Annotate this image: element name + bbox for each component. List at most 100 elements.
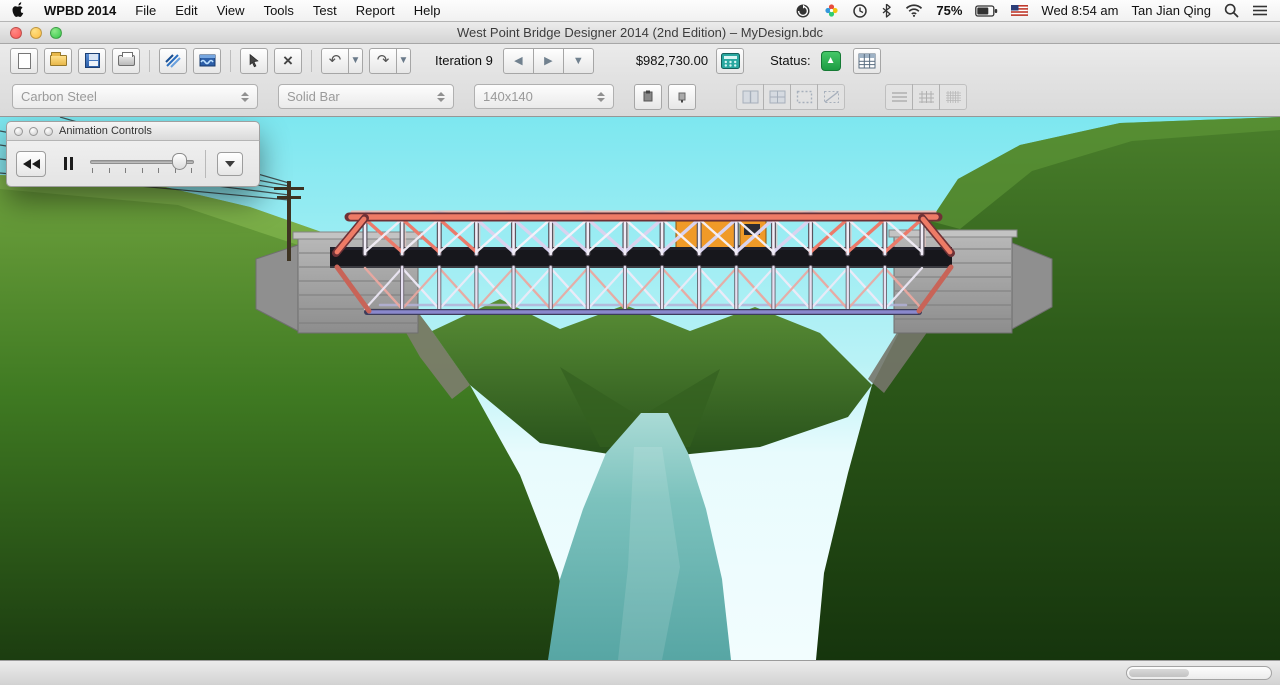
new-file-button[interactable] — [10, 47, 38, 74]
animation-speed-slider[interactable] — [90, 151, 194, 177]
rewind-button[interactable] — [16, 150, 46, 177]
new-file-icon — [17, 52, 31, 69]
select-arrows-icon — [589, 91, 605, 102]
load-test-view-button[interactable] — [193, 47, 221, 74]
redo-menu-button[interactable]: ▼ — [396, 47, 411, 74]
scene-canvas — [0, 117, 1280, 660]
ruler-toggle-button[interactable] — [885, 83, 913, 110]
select-tool-button[interactable] — [240, 47, 268, 74]
section-select[interactable]: Solid Bar — [278, 84, 454, 109]
fine-grid-button[interactable] — [939, 83, 967, 110]
window-titlebar[interactable]: West Point Bridge Designer 2014 (2nd Edi… — [0, 22, 1280, 44]
main-toolbar: × ↶ ▼ ↷ ▼ Iteration 9 ◀ ▶ ▼ $982,730.00 … — [0, 44, 1280, 77]
battery-percentage: 75% — [936, 3, 963, 18]
menubar-clock[interactable]: Wed 8:54 am — [1041, 3, 1118, 18]
palette-title: Animation Controls — [59, 125, 152, 137]
coarse-grid-button[interactable] — [912, 83, 940, 110]
forward-iteration-button[interactable]: ▶ — [532, 47, 564, 74]
palette-divider — [205, 149, 206, 178]
undo-menu-button[interactable]: ▼ — [348, 47, 363, 74]
increase-member-size-button[interactable] — [634, 83, 662, 110]
palette-titlebar[interactable]: Animation Controls — [6, 121, 260, 141]
chevron-down-icon — [225, 160, 235, 167]
decrease-member-size-button[interactable] — [668, 83, 696, 110]
redo-caret-icon: ▼ — [398, 54, 409, 66]
member-toolbar: Carbon Steel Solid Bar 140x140 — [0, 77, 1280, 117]
bluetooth-icon[interactable] — [881, 3, 892, 18]
ruler-lines-icon — [891, 91, 907, 102]
animation-controls-palette[interactable]: Animation Controls — [6, 121, 260, 187]
menu-tools[interactable]: Tools — [264, 3, 294, 18]
menu-file[interactable]: File — [135, 3, 156, 18]
palette-close-button[interactable] — [14, 126, 23, 136]
animation-options-button[interactable] — [217, 151, 243, 176]
menu-view[interactable]: View — [217, 3, 245, 18]
pinwheel-icon[interactable] — [824, 3, 839, 18]
redo-button[interactable]: ↷ — [369, 47, 397, 74]
palette-zoom-button[interactable] — [44, 126, 53, 136]
print-button[interactable] — [112, 47, 140, 74]
back-iteration-button[interactable]: ◀ — [502, 47, 534, 74]
apple-menu[interactable] — [12, 1, 25, 20]
iteration-list-button[interactable]: ▼ — [562, 47, 594, 74]
menu-report[interactable]: Report — [356, 3, 395, 18]
iteration-label: Iteration 9 — [435, 53, 493, 68]
back-arrow-icon: ◀ — [514, 55, 523, 67]
time-machine-icon[interactable] — [852, 3, 868, 19]
drawing-board-view-button[interactable] — [159, 47, 187, 74]
save-file-button[interactable] — [78, 47, 106, 74]
rewind-icon — [22, 158, 31, 169]
menubar-app-name[interactable]: WPBD 2014 — [44, 3, 116, 18]
material-value: Carbon Steel — [21, 89, 97, 104]
scrollbar-thumb[interactable] — [1129, 669, 1189, 677]
grid-view-icon — [769, 90, 785, 103]
sync-status-icon[interactable] — [795, 3, 811, 19]
cost-calculator-button[interactable] — [716, 47, 745, 74]
material-select[interactable]: Carbon Steel — [12, 84, 258, 109]
undo-button[interactable]: ↶ — [321, 47, 349, 74]
bridge-scene-viewport[interactable]: Animation Controls — [0, 117, 1280, 660]
spotlight-icon[interactable] — [1224, 3, 1239, 18]
select-arrows-icon — [233, 91, 249, 102]
wifi-icon[interactable] — [905, 4, 923, 17]
notification-center-icon[interactable] — [1252, 4, 1268, 17]
desktop-screen: WPBD 2014 File Edit View Tools Test Repo… — [0, 0, 1280, 685]
battery-icon[interactable] — [975, 4, 998, 17]
printer-icon — [117, 52, 135, 66]
increase-size-icon — [643, 90, 653, 102]
size-select[interactable]: 140x140 — [474, 84, 614, 109]
load-test-results-button[interactable] — [852, 47, 881, 74]
snap-grid-icon — [823, 90, 839, 103]
palette-minimize-button[interactable] — [29, 126, 38, 136]
select-arrows-icon — [429, 91, 445, 102]
member-view-grid-button[interactable] — [763, 83, 791, 110]
select-cursor-icon — [249, 53, 259, 68]
section-value: Solid Bar — [287, 89, 340, 104]
palette-body — [6, 141, 260, 187]
macos-menubar: WPBD 2014 File Edit View Tools Test Repo… — [0, 0, 1280, 22]
pause-icon — [69, 157, 73, 170]
size-value: 140x140 — [483, 89, 533, 104]
status-label: Status: — [770, 53, 811, 68]
undo-icon: ↶ — [328, 52, 342, 69]
menu-test[interactable]: Test — [313, 3, 337, 18]
template-toggle-button[interactable] — [790, 83, 818, 110]
menubar-user[interactable]: Tan Jian Qing — [1132, 3, 1212, 18]
window-bottom-bar — [0, 660, 1280, 685]
horizontal-scrollbar[interactable] — [1126, 666, 1272, 680]
slider-thumb[interactable] — [172, 152, 187, 170]
menu-help[interactable]: Help — [414, 3, 441, 18]
menu-edit[interactable]: Edit — [175, 3, 197, 18]
snap-grid-button[interactable] — [817, 83, 845, 110]
status-up-arrow-icon: ▲ — [825, 55, 836, 66]
template-icon — [796, 90, 812, 103]
open-file-button[interactable] — [44, 47, 72, 74]
rewind-icon — [31, 158, 40, 169]
drawing-board-icon — [164, 54, 181, 68]
member-view-split-button[interactable] — [736, 83, 764, 110]
cost-display: $982,730.00 — [635, 53, 709, 68]
delete-member-button[interactable]: × — [274, 47, 302, 74]
pause-button[interactable] — [57, 152, 79, 176]
input-language-flag-icon[interactable] — [1011, 5, 1029, 16]
apple-logo-icon — [12, 1, 24, 17]
